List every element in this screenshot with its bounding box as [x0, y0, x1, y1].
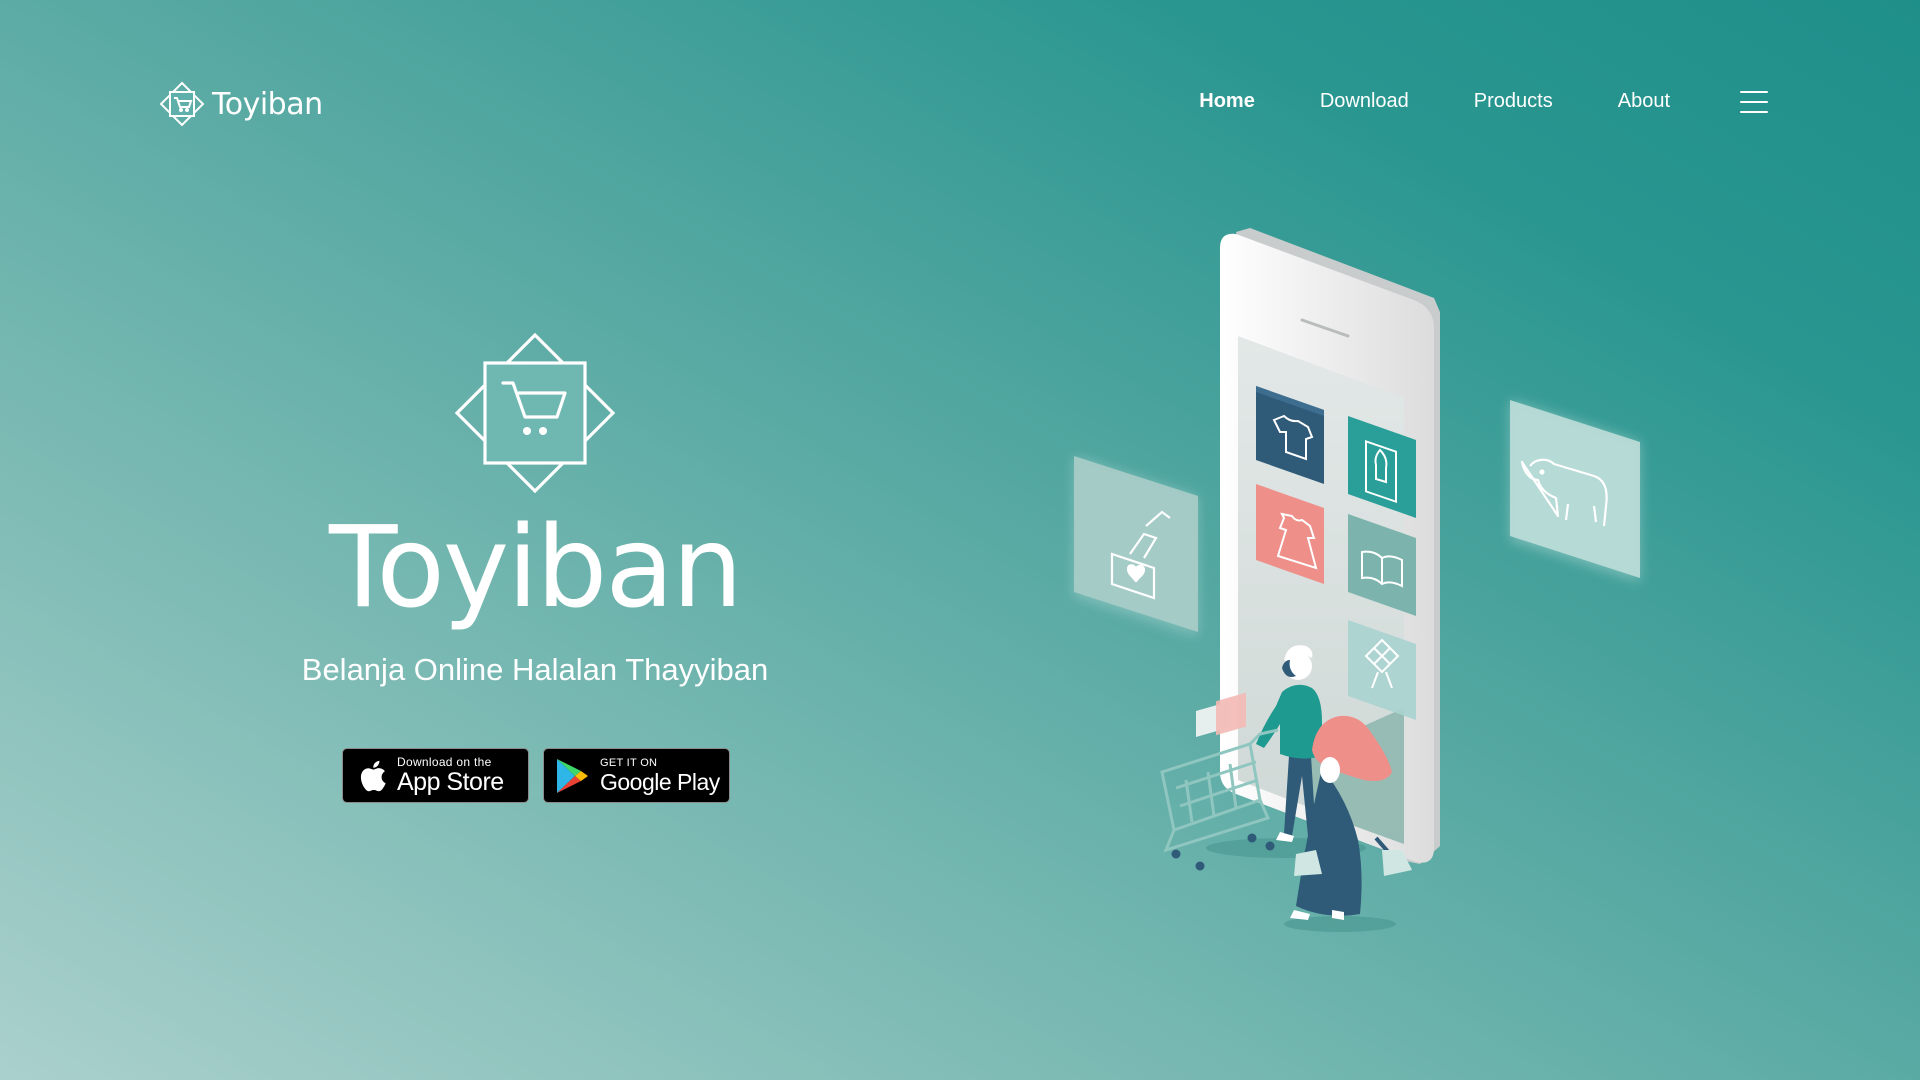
nav-home[interactable]: Home: [1199, 90, 1255, 113]
app-store-big-text: App Store: [397, 768, 504, 796]
brand-name: Toyiban: [212, 86, 323, 122]
main-nav: Home Download Products About: [1199, 90, 1768, 113]
app-store-button[interactable]: Download on the App Store: [342, 748, 529, 803]
landing-page: Toyiban Home Download Products About Toy…: [0, 0, 1920, 1080]
donation-card: [1074, 456, 1198, 636]
google-play-big-text: Google Play: [600, 768, 720, 795]
hamburger-menu-icon[interactable]: [1740, 90, 1768, 113]
app-store-small-text: Download on the: [397, 755, 492, 769]
hero-subtitle: Belanja Online Halalan Thayyiban: [301, 652, 769, 687]
nav-download[interactable]: Download: [1320, 90, 1409, 113]
store-buttons: Download on the App Store GET IT ON Goog…: [342, 748, 730, 803]
hero-title: Toyiban: [328, 503, 743, 633]
nav-about[interactable]: About: [1618, 90, 1670, 113]
nav-products[interactable]: Products: [1474, 90, 1553, 113]
cow-card: [1510, 400, 1640, 582]
apple-icon: [360, 760, 386, 791]
cart-diamond-logo-icon: [455, 333, 615, 493]
shopping-illustration: [1074, 228, 1640, 932]
google-play-small-text: GET IT ON: [600, 756, 658, 769]
google-play-icon: [557, 758, 588, 793]
cart-diamond-logo-icon: [159, 81, 205, 127]
google-play-button[interactable]: GET IT ON Google Play: [543, 748, 730, 803]
brand-logo[interactable]: Toyiban: [158, 80, 323, 128]
